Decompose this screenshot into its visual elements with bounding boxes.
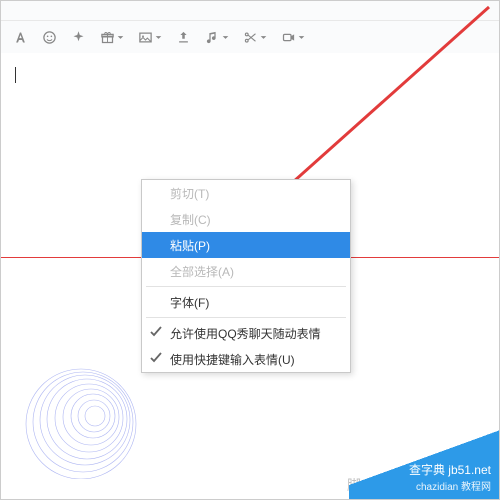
menu-hotkey-emoji-label: 使用快捷键输入表情(U)	[170, 351, 295, 368]
sparkle-button[interactable]	[71, 30, 86, 45]
menu-allow-qq-show[interactable]: 允许使用QQ秀聊天随动表情	[142, 320, 350, 346]
gift-button[interactable]	[100, 30, 124, 45]
font-button[interactable]	[13, 30, 28, 45]
badge-line-2: chazidian 教程网	[409, 478, 491, 493]
check-icon	[150, 352, 162, 364]
menu-paste-label: 粘贴(P)	[170, 237, 210, 254]
window-top-border	[1, 1, 499, 21]
emoji-button[interactable]	[42, 30, 57, 45]
text-cursor	[15, 67, 16, 83]
menu-copy-label: 复制(C)	[170, 211, 211, 228]
music-button[interactable]	[205, 30, 229, 45]
badge-line-1: 查字典 jb51.net	[409, 461, 491, 478]
format-toolbar	[1, 21, 499, 53]
menu-cut-label: 剪切(T)	[170, 185, 209, 202]
menu-select-all: 全部选择(A)	[142, 258, 350, 284]
menu-copy: 复制(C)	[142, 206, 350, 232]
menu-select-all-label: 全部选择(A)	[170, 263, 234, 280]
check-icon	[150, 326, 162, 338]
scissors-button[interactable]	[243, 30, 267, 45]
menu-font-label: 字体(F)	[170, 294, 209, 311]
menu-hotkey-emoji[interactable]: 使用快捷键输入表情(U)	[142, 346, 350, 372]
menu-paste[interactable]: 粘贴(P)	[142, 232, 350, 258]
upload-button[interactable]	[176, 30, 191, 45]
context-menu: 剪切(T) 复制(C) 粘贴(P) 全部选择(A) 字体(F) 允许使用QQ秀聊…	[141, 179, 351, 373]
menu-separator	[146, 317, 346, 318]
menu-allow-qq-show-label: 允许使用QQ秀聊天随动表情	[170, 325, 321, 342]
menu-font[interactable]: 字体(F)	[142, 289, 350, 315]
menu-cut: 剪切(T)	[142, 180, 350, 206]
site-badge: 查字典 jb51.net chazidian 教程网	[349, 429, 499, 499]
record-button[interactable]	[281, 30, 305, 45]
menu-separator	[146, 286, 346, 287]
image-button[interactable]	[138, 30, 162, 45]
